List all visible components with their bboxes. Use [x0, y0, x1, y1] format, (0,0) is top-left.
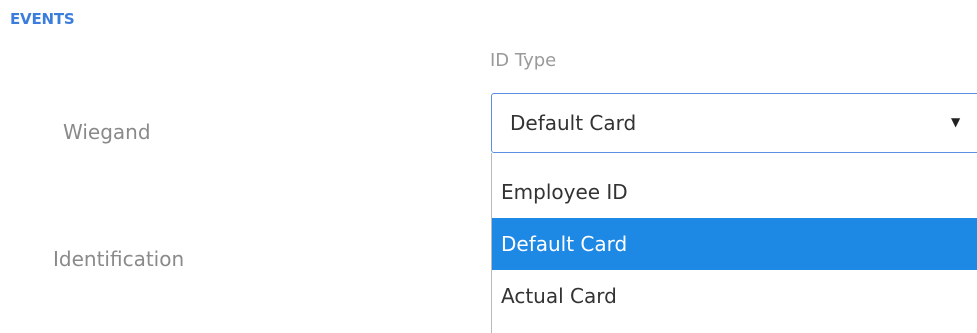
row-label-identification: Identification — [53, 247, 185, 271]
id-type-column-header: ID Type — [490, 50, 557, 71]
id-type-select-value: Default Card — [510, 111, 637, 135]
dropdown-option-default-card[interactable]: Default Card — [492, 218, 977, 270]
section-title: EVENTS — [10, 10, 75, 28]
caret-down-icon[interactable]: ▼ — [951, 115, 960, 129]
id-type-select[interactable]: Default Card ▼ — [491, 93, 977, 153]
row-label-wiegand: Wiegand — [63, 120, 151, 144]
dropdown-option-employee-id[interactable]: Employee ID — [492, 166, 977, 218]
id-type-dropdown-list: Employee ID Default Card Actual Card — [491, 153, 977, 333]
dropdown-option-actual-card[interactable]: Actual Card — [492, 270, 977, 322]
